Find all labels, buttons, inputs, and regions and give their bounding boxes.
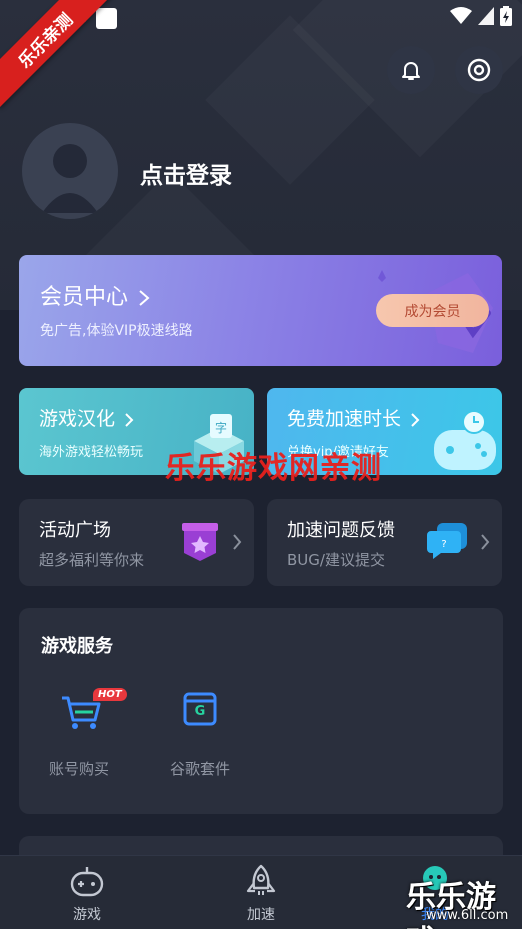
signal-icon	[478, 7, 494, 25]
chevron-right-icon	[125, 412, 134, 427]
user-silhouette-icon	[42, 144, 98, 213]
become-member-button[interactable]: 成为会员	[376, 294, 489, 327]
bell-icon	[402, 62, 420, 80]
app-status-icon	[96, 8, 117, 29]
chevron-right-icon	[139, 290, 150, 306]
tab-games[interactable]: 游戏	[47, 864, 127, 924]
account-purchase-label: 账号购买	[48, 760, 109, 778]
brand-watermark: 乐乐游戏 www.6ll.com	[406, 872, 522, 929]
wifi-icon	[450, 7, 472, 24]
chat-bubble-icon: ?	[427, 523, 467, 559]
overlay-watermark: 乐乐游戏网亲测	[165, 451, 382, 486]
tab-boost-label: 加速	[247, 907, 275, 923]
login-prompt[interactable]: 点击登录	[140, 156, 232, 190]
notification-button[interactable]	[387, 46, 435, 94]
activity-square-title: 活动广场	[39, 520, 111, 541]
svg-text:字: 字	[215, 420, 227, 435]
chevron-right-icon	[481, 534, 490, 550]
boost-feedback-card[interactable]: 加速问题反馈 BUG/建议提交 ?	[267, 499, 502, 586]
gamepad-icon	[70, 867, 104, 897]
game-localization-subtitle: 海外游戏轻松畅玩	[39, 445, 144, 460]
free-boost-time-title: 免费加速时长	[287, 404, 420, 431]
google-suite-label: 谷歌套件	[169, 760, 230, 778]
chevron-right-icon	[411, 412, 420, 427]
chevron-right-icon	[233, 534, 242, 550]
boost-feedback-title: 加速问题反馈	[287, 520, 395, 541]
svg-text:?: ?	[441, 539, 446, 550]
gamepad-clock-icon	[434, 410, 496, 470]
gift-box-icon	[182, 523, 218, 561]
vip-center-card[interactable]: 会员中心 免广告,体验VIP极速线路 成为会员	[19, 255, 502, 366]
avatar[interactable]	[22, 123, 118, 219]
brand-watermark-url: www.6ll.com	[426, 908, 509, 923]
hot-badge: HOT	[93, 688, 127, 701]
vip-title: 会员中心	[40, 279, 150, 311]
activity-square-card[interactable]: 活动广场 超多福利等你来	[19, 499, 254, 586]
vip-subtitle: 免广告,体验VIP极速线路	[40, 323, 193, 339]
rocket-icon	[246, 864, 276, 895]
google-suite-glyph: G	[194, 704, 206, 719]
system-status-icons	[450, 6, 512, 26]
game-localization-title: 游戏汉化	[39, 404, 134, 431]
tab-boost[interactable]: 加速	[221, 864, 301, 924]
game-services-title: 游戏服务	[41, 636, 113, 657]
boost-feedback-subtitle: BUG/建议提交	[287, 551, 385, 569]
activity-square-subtitle: 超多福利等你来	[39, 551, 145, 569]
settings-icon	[467, 58, 491, 82]
game-services-panel: 游戏服务 HOT 账号购买 G 谷歌套件	[19, 608, 503, 814]
tab-games-label: 游戏	[73, 907, 101, 923]
battery-icon	[500, 6, 512, 26]
settings-button[interactable]	[455, 46, 503, 94]
